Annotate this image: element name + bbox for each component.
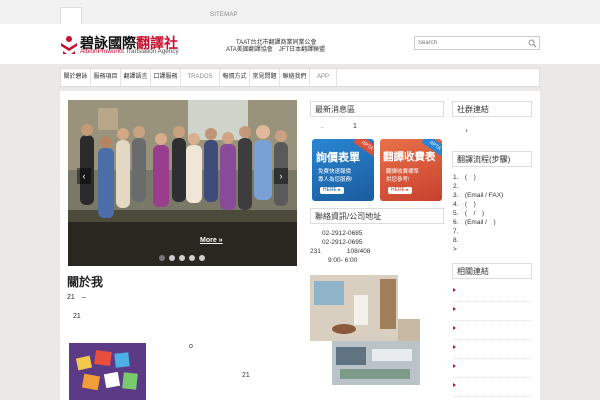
price-banner-title: 翻譯收費表: [383, 151, 436, 163]
contact-address: 231 108/408: [310, 248, 371, 255]
logo-english-name: AlbionProworks Translation Agency: [80, 48, 179, 55]
about-section-title: 關於我: [67, 275, 104, 289]
slider-more-link[interactable]: More »: [200, 237, 223, 244]
left-misc-text-21: 21: [242, 372, 250, 379]
nav-item-about[interactable]: 關於碧詠: [61, 69, 91, 86]
logo-icon[interactable]: [59, 35, 79, 55]
search-input[interactable]: [415, 37, 526, 49]
process-step: 6. (Email / ): [453, 219, 496, 226]
price-banner-line2: 供您參考!: [386, 177, 410, 183]
slider-dot-3[interactable]: [179, 255, 185, 261]
social-section-header: 社群連結: [452, 101, 532, 117]
news-number-text: 1: [353, 123, 357, 130]
process-step: 7.: [453, 228, 459, 235]
nav-item-interpreting[interactable]: 口譯服務: [151, 69, 181, 86]
quote-banner-line2: 專人為您服務!: [318, 177, 353, 183]
contact-section-header: 聯絡資訊/公司地址: [310, 208, 444, 224]
about-text-line-2: 21: [73, 313, 81, 320]
slider-dot-2[interactable]: [169, 255, 175, 261]
nav-item-languages[interactable]: 翻譯語言: [121, 69, 151, 86]
top-utility-bar: [0, 0, 600, 25]
quote-banner-line1: 免費快速報價: [318, 169, 352, 175]
price-banner-here-button[interactable]: HERE ▸: [388, 187, 412, 194]
logo-en-dark: Translation Agency: [123, 48, 179, 55]
contact-info: 02-2912-0685 02-2912-0695 231 108/408 9:…: [310, 229, 370, 265]
social-dot-text: ，: [465, 126, 472, 133]
home-tab[interactable]: [60, 7, 82, 25]
slider-dot-5[interactable]: [199, 255, 205, 261]
search-box: [414, 36, 540, 50]
nav-item-faq[interactable]: 常見問題: [250, 69, 280, 86]
left-misc-text-o: o: [189, 343, 193, 350]
process-step: 5. ( / ): [453, 210, 485, 217]
search-icon[interactable]: [528, 39, 537, 48]
slider-dot-1[interactable]: [159, 255, 165, 261]
process-step: 3. (Email / FAX): [453, 192, 504, 199]
related-link-item[interactable]: [453, 283, 532, 302]
office-photo-collage[interactable]: [310, 275, 420, 385]
process-step: 8.: [453, 237, 459, 244]
nav-item-services[interactable]: 服務項目: [91, 69, 121, 86]
price-banner-line1: 翻譯收費標準: [386, 169, 420, 175]
process-section-header: 翻譯流程(步驟): [452, 151, 532, 167]
process-step: 1. ( ): [453, 174, 476, 181]
sitemap-link[interactable]: SITEMAP: [210, 12, 238, 18]
quote-banner-title: 詢價表單: [316, 152, 360, 164]
price-list-banner[interactable]: APTA 翻譯收費表 翻譯收費標準 供您參考! HERE ▸: [380, 139, 442, 201]
association-line-2: ATA美國翻譯協會 JFT日本翻譯聯盟: [226, 47, 326, 53]
related-link-item[interactable]: [453, 340, 532, 359]
contact-phone: 02-2912-0685: [322, 230, 363, 237]
bullet-arrow-icon: [453, 383, 456, 387]
slider-prev-arrow-icon[interactable]: ‹: [77, 168, 91, 184]
nav-item-app[interactable]: APP: [310, 69, 337, 86]
bullet-arrow-icon: [453, 364, 456, 368]
process-step: 2.: [453, 183, 459, 190]
process-step: 4. ( ): [453, 201, 476, 208]
process-step-more[interactable]: >: [453, 245, 503, 254]
book-cover-image[interactable]: [69, 343, 146, 400]
bullet-arrow-icon: [453, 326, 456, 330]
related-links-list: [453, 283, 532, 397]
contact-fax: 02-2912-0695: [322, 239, 363, 246]
links-section-header: 相關連結: [452, 263, 532, 279]
nav-item-trados[interactable]: TRADOS: [181, 69, 220, 86]
quote-form-banner[interactable]: APTA 詢價表單 免費快速報價 專人為您服務! HERE ▸: [312, 139, 374, 201]
quote-banner-here-button[interactable]: HERE ▸: [320, 187, 344, 194]
related-link-item[interactable]: [453, 359, 532, 378]
news-dot-text: .: [321, 123, 323, 130]
main-navigation: 關於碧詠 服務項目 翻譯語言 口譯服務 TRADOS 報價方式 常見問題 聯絡我…: [60, 68, 540, 87]
process-steps-list: 1. ( ) 2. 3. (Email / FAX) 4. ( ) 5. ( /…: [453, 173, 503, 254]
contact-hours: 9:00- 6:00: [328, 257, 358, 264]
bullet-arrow-icon: [453, 307, 456, 311]
nav-item-contact[interactable]: 聯絡我們: [280, 69, 310, 86]
bullet-arrow-icon: [453, 288, 456, 292]
related-link-item[interactable]: [453, 321, 532, 340]
nav-item-pricing[interactable]: 報價方式: [220, 69, 250, 86]
related-link-item[interactable]: [453, 302, 532, 321]
slider-next-arrow-icon[interactable]: ›: [274, 168, 288, 184]
related-link-item[interactable]: [453, 378, 532, 397]
bullet-arrow-icon: [453, 345, 456, 349]
news-section-header: 最新消息區: [310, 101, 444, 117]
slider-dot-4[interactable]: [189, 255, 195, 261]
logo-en-red: AlbionProworks: [80, 48, 124, 55]
about-text-line-1: 21 –: [67, 294, 86, 301]
